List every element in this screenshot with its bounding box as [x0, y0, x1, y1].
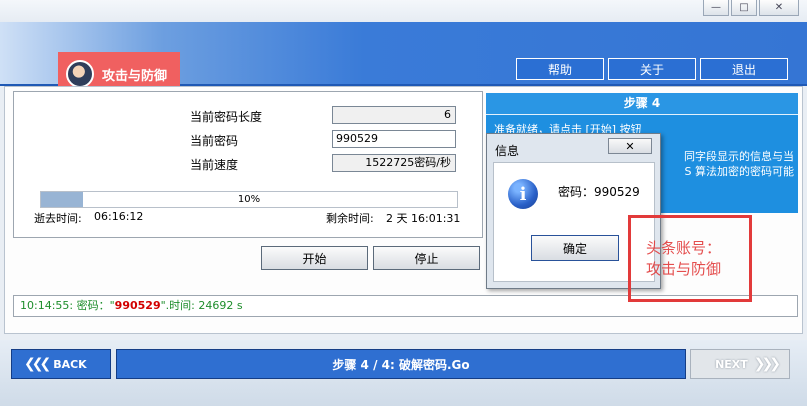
- maximize-button[interactable]: □: [731, 0, 757, 16]
- length-field: 6: [332, 106, 456, 124]
- dialog-message: 密码：990529: [558, 185, 640, 199]
- close-button[interactable]: ✕: [759, 0, 799, 16]
- watermark-text: 头条账号： 攻击与防御: [646, 238, 721, 280]
- chevron-right-icon: ❯❯❯: [753, 356, 781, 372]
- step-description-line1: 同字段显示的信息与当: [684, 150, 794, 163]
- speed-field: 1522725密码/秒: [332, 154, 456, 172]
- window-controls: — □ ✕: [703, 0, 799, 16]
- minimize-button[interactable]: —: [703, 0, 729, 16]
- chevron-left-icon: ❮❮❮: [24, 356, 51, 372]
- top-nav: 帮助 关于 退出: [516, 58, 788, 80]
- next-button[interactable]: NEXT ❯❯❯: [690, 349, 790, 379]
- log-suffix: ".时间: 24692 s: [160, 299, 243, 312]
- dialog-title: 信息: [495, 144, 520, 158]
- elapsed-label: 逝去时间:: [34, 212, 82, 225]
- password-label: 当前密码: [190, 134, 239, 148]
- log-prefix: 10:14:55: 密码：": [20, 299, 115, 312]
- stop-button[interactable]: 停止: [373, 246, 480, 270]
- bottom-nav: ❮❮❮ BACK 步骤 4 / 4: 破解密码.Go NEXT ❯❯❯: [0, 340, 807, 406]
- about-button[interactable]: 关于: [608, 58, 696, 80]
- next-label: NEXT: [715, 357, 748, 371]
- remaining-label: 剩余时间:: [326, 212, 374, 225]
- watermark-line1: 头条账号：: [646, 239, 722, 257]
- step-description: 同字段显示的信息与当 S 算法加密的密码可能: [684, 149, 794, 179]
- step-indicator: 步骤 4 / 4: 破解密码.Go: [116, 349, 686, 379]
- ok-button[interactable]: 确定: [531, 235, 619, 261]
- remaining-value: 2 天 16:01:31: [386, 212, 461, 225]
- exit-button[interactable]: 退出: [700, 58, 788, 80]
- back-label: BACK: [53, 357, 87, 371]
- watermark-line2: 攻击与防御: [646, 260, 722, 278]
- help-button[interactable]: 帮助: [516, 58, 604, 80]
- step-description-line2: S 算法加密的密码可能: [684, 165, 794, 178]
- progress-bar: 10%: [40, 191, 458, 208]
- password-field[interactable]: 990529: [332, 130, 456, 148]
- info-icon: i: [508, 179, 538, 209]
- status-group: 当前密码长度 6 当前密码 990529 当前速度 1522725密码/秒 10…: [13, 91, 483, 238]
- avatar: [66, 60, 94, 88]
- start-button[interactable]: 开始: [261, 246, 368, 270]
- dialog-close-button[interactable]: ✕: [608, 138, 652, 154]
- speed-label: 当前速度: [190, 158, 239, 172]
- length-label: 当前密码长度: [190, 110, 263, 124]
- back-button[interactable]: ❮❮❮ BACK: [11, 349, 111, 379]
- step-title: 步骤 4: [486, 93, 798, 115]
- elapsed-value: 06:16:12: [94, 210, 144, 223]
- logo-text: 攻击与防御: [102, 68, 168, 84]
- log-password: 990529: [114, 299, 161, 312]
- progress-text: 10%: [237, 194, 261, 205]
- title-bar: — □ ✕: [0, 0, 807, 22]
